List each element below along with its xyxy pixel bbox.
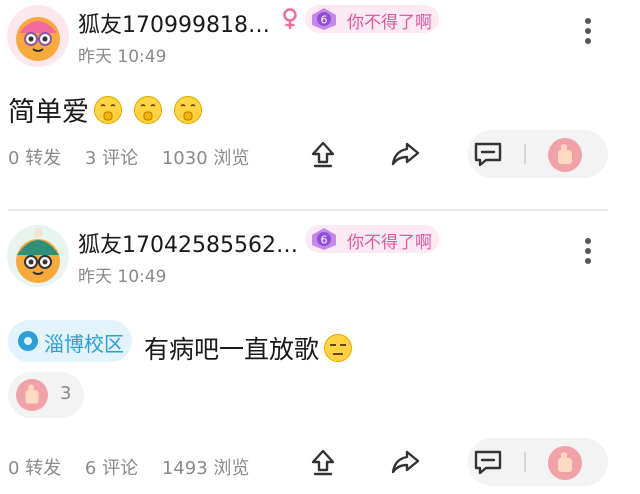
forward-arrow-icon[interactable]	[389, 138, 421, 170]
post-card: 狐友170999818… 昨天 10:49 6 你不得了啊 简单爱 0 转发 3…	[0, 0, 640, 200]
level-number: 6	[321, 234, 328, 247]
username[interactable]: 狐友17042585562…	[78, 227, 298, 259]
share-up-icon[interactable]	[307, 138, 339, 170]
post-card: 狐友17042585562… 昨天 10:49 6 你不得了啊 淄博校区 有病吧…	[0, 220, 640, 494]
like-count: 3	[60, 383, 72, 404]
level-number: 6	[321, 14, 328, 27]
user-avatar[interactable]	[7, 5, 69, 67]
likes-summary[interactable]: 3	[8, 372, 84, 418]
post-divider	[8, 209, 608, 211]
comment-icon[interactable]	[472, 138, 504, 170]
comment-count[interactable]: 6 评论	[85, 458, 138, 479]
location-icon	[18, 331, 38, 351]
level-gem-icon: 6	[312, 8, 336, 30]
forward-arrow-icon[interactable]	[389, 446, 421, 478]
location-tag-label: 淄博校区	[44, 332, 124, 356]
comment-count[interactable]: 3 评论	[85, 148, 138, 169]
view-count: 1030 浏览	[161, 148, 250, 169]
post-content: 有病吧一直放歌	[144, 330, 353, 366]
level-title: 你不得了啊	[347, 233, 432, 253]
post-text: 简单爱	[8, 97, 89, 128]
action-pill	[468, 438, 608, 486]
level-badge[interactable]: 6 你不得了啊	[305, 5, 439, 33]
user-avatar[interactable]	[7, 225, 69, 287]
divider	[524, 452, 526, 472]
thumbs-up-icon[interactable]	[548, 446, 582, 480]
username[interactable]: 狐友170999818…	[78, 7, 270, 39]
unamused-emoji-icon	[324, 334, 353, 362]
level-gem-icon: 6	[312, 228, 336, 250]
repost-count[interactable]: 0 转发	[8, 458, 61, 479]
shush-emoji-icon	[134, 95, 162, 124]
shush-emoji-icon	[94, 95, 122, 124]
level-title: 你不得了啊	[347, 13, 432, 33]
location-tag[interactable]: 淄博校区	[8, 320, 132, 362]
post-time: 昨天 10:49	[78, 267, 167, 287]
thumbs-up-icon	[16, 379, 48, 411]
view-count: 1493 浏览	[161, 458, 250, 479]
divider	[524, 144, 526, 164]
post-stats: 0 转发 3 评论 1030 浏览	[8, 144, 267, 170]
level-badge[interactable]: 6 你不得了啊	[305, 225, 439, 253]
share-up-icon[interactable]	[307, 446, 339, 478]
post-time: 昨天 10:49	[78, 47, 167, 67]
repost-count[interactable]: 0 转发	[8, 148, 61, 169]
comment-icon[interactable]	[472, 446, 504, 478]
post-stats: 0 转发 6 评论 1493 浏览	[8, 454, 267, 480]
action-pill	[468, 130, 608, 178]
female-icon	[283, 8, 297, 29]
post-text: 有病吧一直放歌	[144, 335, 320, 364]
thumbs-up-icon[interactable]	[548, 138, 582, 172]
more-vertical-icon[interactable]	[583, 238, 593, 268]
more-vertical-icon[interactable]	[583, 18, 593, 48]
shush-emoji-icon	[174, 95, 202, 124]
post-content: 简单爱	[8, 90, 203, 129]
